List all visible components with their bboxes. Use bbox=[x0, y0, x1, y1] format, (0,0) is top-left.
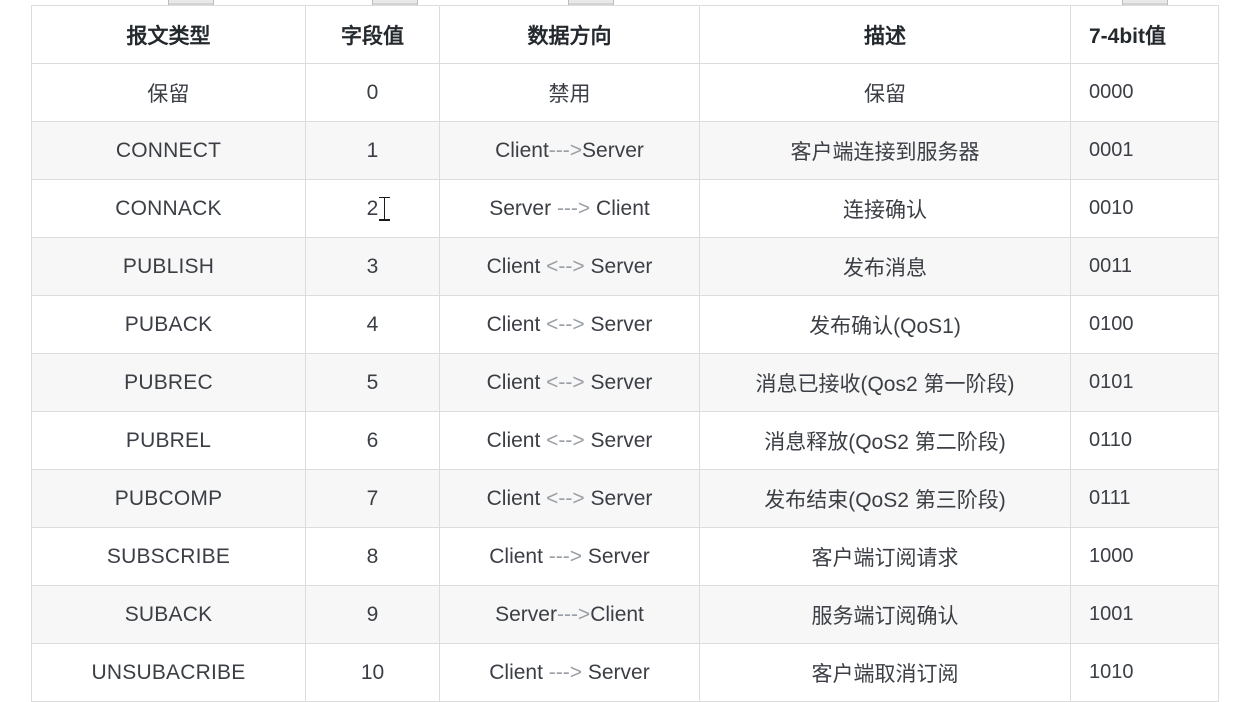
direction-arrow-icon: <--> bbox=[540, 254, 591, 278]
direction-arrow-icon: ---> bbox=[556, 602, 591, 626]
table-row[interactable]: CONNECT 1 Client--->Server 客户端连接到服务器 0001 bbox=[31, 121, 1219, 180]
cell-message-type: UNSUBACRIBE bbox=[31, 643, 306, 702]
cell-field-value: 0 bbox=[305, 63, 440, 122]
table-row[interactable]: CONNACK 2 Server ---> Client 连接确认 0010 bbox=[31, 179, 1219, 238]
text-cursor-icon bbox=[378, 196, 390, 222]
cell-description: 客户端取消订阅 bbox=[699, 643, 1071, 702]
direction-arrow-icon: ---> bbox=[542, 660, 588, 684]
cell-data-direction: 禁用 bbox=[439, 63, 700, 122]
cell-bit-value: 0111 bbox=[1070, 469, 1219, 528]
cell-field-value: 3 bbox=[305, 237, 440, 296]
cell-message-type: PUBREC bbox=[31, 353, 306, 412]
column-header-field-value[interactable]: 字段值 bbox=[305, 5, 440, 64]
cell-data-direction: Client ---> Server bbox=[439, 643, 700, 702]
cell-data-direction: Client ---> Server bbox=[439, 527, 700, 586]
column-header-description[interactable]: 描述 bbox=[699, 5, 1071, 64]
table-body: 保留 0 禁用 保留 0000 CONNECT 1 Client--->Server 客户端连接… bbox=[31, 63, 1219, 702]
cell-field-value: 4 bbox=[305, 295, 440, 354]
table-row[interactable]: PUBREC 5 Client <--> Server 消息已接收(Qos2 第一阶段… bbox=[31, 353, 1219, 412]
cell-bit-value: 0000 bbox=[1070, 63, 1219, 122]
cell-message-type: CONNACK bbox=[31, 179, 306, 238]
message-type-table-container: 报文类型 字段值 数据方向 描述 7-4bit值 保留 0 禁用 保留 0000 CONN… bbox=[31, 5, 1219, 702]
cell-description: 保留 bbox=[699, 63, 1071, 122]
table-row[interactable]: PUBACK 4 Client <--> Server 发布确认(QoS1) 0100 bbox=[31, 295, 1219, 354]
cell-message-type: PUBREL bbox=[31, 411, 306, 470]
cell-field-value: 10 bbox=[305, 643, 440, 702]
table-header-row: 报文类型 字段值 数据方向 描述 7-4bit值 bbox=[31, 5, 1219, 64]
cell-bit-value: 0010 bbox=[1070, 179, 1219, 238]
cell-message-type: CONNECT bbox=[31, 121, 306, 180]
cell-data-direction: Client--->Server bbox=[439, 121, 700, 180]
cell-message-type: PUBCOMP bbox=[31, 469, 306, 528]
cell-data-direction: Server ---> Client bbox=[439, 179, 700, 238]
cell-bit-value: 0101 bbox=[1070, 353, 1219, 412]
cell-description: 客户端连接到服务器 bbox=[699, 121, 1071, 180]
cell-field-value: 1 bbox=[305, 121, 440, 180]
table-row[interactable]: SUBSCRIBE 8 Client ---> Server 客户端订阅请求 1000 bbox=[31, 527, 1219, 586]
cell-bit-value: 0001 bbox=[1070, 121, 1219, 180]
column-header-data-direction[interactable]: 数据方向 bbox=[439, 5, 700, 64]
handle-grip bbox=[373, 0, 417, 3]
table-row[interactable]: SUBACK 9 Server--->Client 服务端订阅确认 1001 bbox=[31, 585, 1219, 644]
direction-arrow-icon: <--> bbox=[540, 486, 591, 510]
cell-data-direction: Client <--> Server bbox=[439, 469, 700, 528]
cell-description: 连接确认 bbox=[699, 179, 1071, 238]
table-header: 报文类型 字段值 数据方向 描述 7-4bit值 bbox=[31, 5, 1219, 64]
direction-arrow-icon: ---> bbox=[551, 196, 597, 220]
cell-field-value: 6 bbox=[305, 411, 440, 470]
handle-grip bbox=[1123, 0, 1167, 3]
cell-bit-value: 0011 bbox=[1070, 237, 1219, 296]
table-row[interactable]: 保留 0 禁用 保留 0000 bbox=[31, 63, 1219, 122]
cell-field-value: 8 bbox=[305, 527, 440, 586]
cell-message-type: SUBACK bbox=[31, 585, 306, 644]
cell-description: 客户端订阅请求 bbox=[699, 527, 1071, 586]
cell-message-type: PUBLISH bbox=[31, 237, 306, 296]
cell-data-direction: Server--->Client bbox=[439, 585, 700, 644]
cell-bit-value: 1001 bbox=[1070, 585, 1219, 644]
table-row[interactable]: PUBCOMP 7 Client <--> Server 发布结束(QoS2 第三阶段… bbox=[31, 469, 1219, 528]
cell-data-direction: Client <--> Server bbox=[439, 353, 700, 412]
cell-bit-value: 1000 bbox=[1070, 527, 1219, 586]
table-row[interactable]: PUBREL 6 Client <--> Server 消息释放(QoS2 第二阶段)… bbox=[31, 411, 1219, 470]
cell-description: 消息已接收(Qos2 第一阶段) bbox=[699, 353, 1071, 412]
cell-field-value: 7 bbox=[305, 469, 440, 528]
column-header-message-type[interactable]: 报文类型 bbox=[31, 5, 306, 64]
cell-message-type: SUBSCRIBE bbox=[31, 527, 306, 586]
handle-grip bbox=[169, 0, 213, 3]
direction-arrow-icon: <--> bbox=[540, 370, 591, 394]
table-row[interactable]: PUBLISH 3 Client <--> Server 发布消息 0011 bbox=[31, 237, 1219, 296]
direction-arrow-icon: <--> bbox=[540, 428, 591, 452]
cell-description: 发布结束(QoS2 第三阶段) bbox=[699, 469, 1071, 528]
page-root: 报文类型 字段值 数据方向 描述 7-4bit值 保留 0 禁用 保留 0000 CONN… bbox=[0, 0, 1235, 702]
table-row[interactable]: UNSUBACRIBE 10 Client ---> Server 客户端取消订阅 10… bbox=[31, 643, 1219, 702]
cell-field-value: 9 bbox=[305, 585, 440, 644]
cell-message-type: PUBACK bbox=[31, 295, 306, 354]
column-header-bit-value[interactable]: 7-4bit值 bbox=[1070, 5, 1219, 64]
cell-description: 发布确认(QoS1) bbox=[699, 295, 1071, 354]
cell-bit-value: 0110 bbox=[1070, 411, 1219, 470]
cell-message-type: 保留 bbox=[31, 63, 306, 122]
cell-field-value: 5 bbox=[305, 353, 440, 412]
cell-description: 发布消息 bbox=[699, 237, 1071, 296]
cell-data-direction: Client <--> Server bbox=[439, 295, 700, 354]
direction-arrow-icon: ---> bbox=[542, 544, 588, 568]
cell-bit-value: 1010 bbox=[1070, 643, 1219, 702]
direction-arrow-icon: ---> bbox=[548, 138, 583, 162]
cell-description: 消息释放(QoS2 第二阶段) bbox=[699, 411, 1071, 470]
cell-data-direction: Client <--> Server bbox=[439, 411, 700, 470]
direction-arrow-icon: <--> bbox=[540, 312, 591, 336]
cell-field-value: 2 bbox=[305, 179, 440, 238]
mqtt-message-type-table: 报文类型 字段值 数据方向 描述 7-4bit值 保留 0 禁用 保留 0000 CONN… bbox=[31, 5, 1219, 702]
cell-bit-value: 0100 bbox=[1070, 295, 1219, 354]
handle-grip bbox=[569, 0, 613, 3]
cell-description: 服务端订阅确认 bbox=[699, 585, 1071, 644]
cell-data-direction: Client <--> Server bbox=[439, 237, 700, 296]
